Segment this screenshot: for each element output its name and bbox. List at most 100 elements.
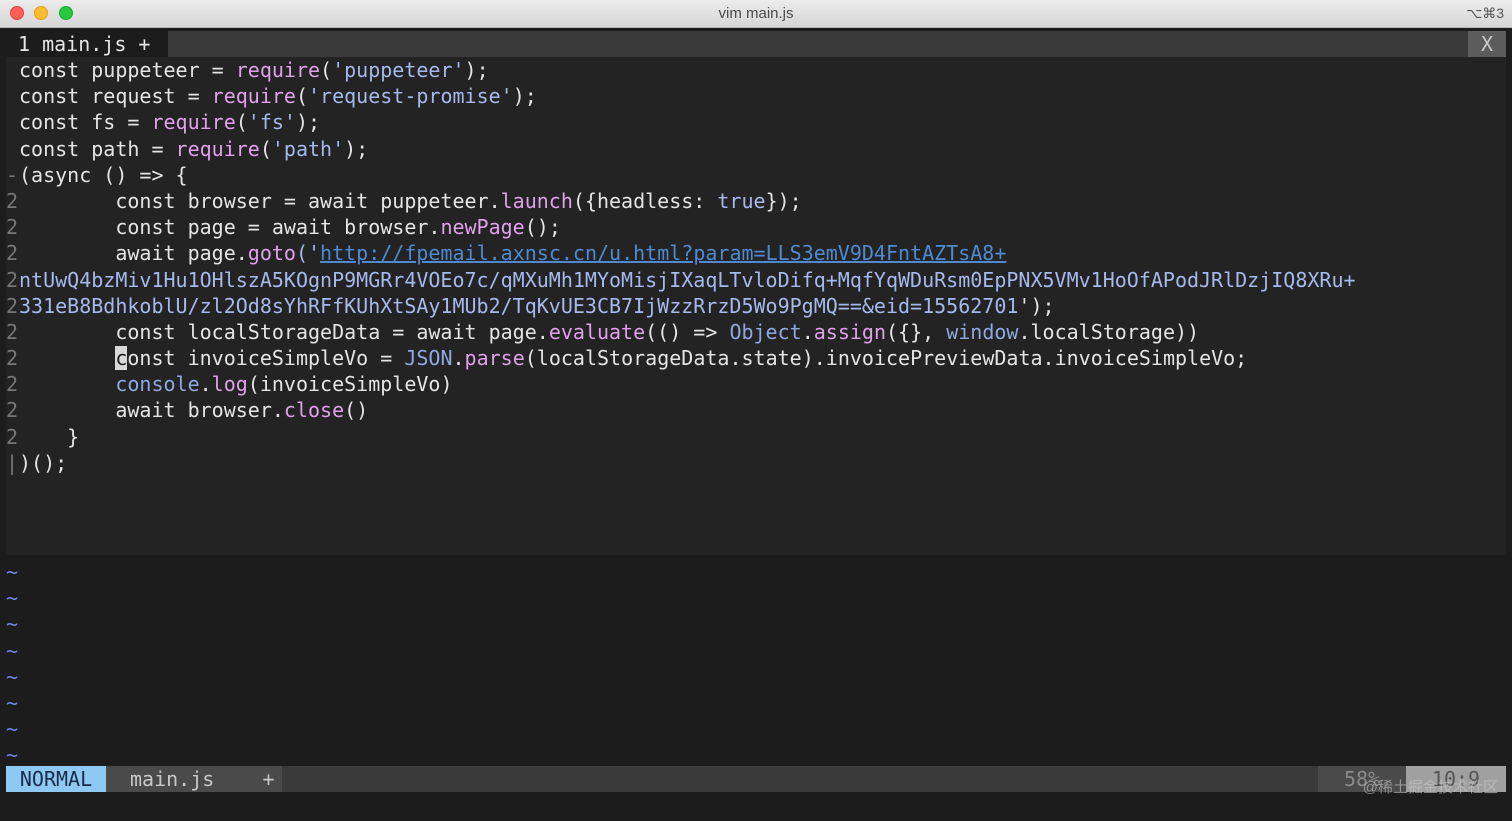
- fold-marker[interactable]: 2: [6, 371, 20, 397]
- code-string: 'path': [271, 136, 345, 161]
- code-text: ({},: [885, 319, 947, 344]
- watermark: @稀土掘金技术社区: [1362, 779, 1498, 796]
- window-shortcut: ⌥⌘3: [1466, 5, 1504, 21]
- tilde-line: ~: [6, 612, 19, 637]
- code-punct: .: [199, 372, 212, 397]
- code-punct: );: [464, 58, 489, 82]
- code-text: .localStorage)): [1018, 319, 1200, 344]
- code-function: evaluate: [548, 319, 646, 344]
- code-text: (invoiceSimpleVo): [247, 372, 453, 397]
- tilde-line: ~: [6, 638, 19, 663]
- tab-close-button[interactable]: X: [1468, 31, 1506, 57]
- fold-marker[interactable]: 2: [6, 319, 20, 345]
- code-function: log: [211, 372, 248, 397]
- code-text: onst invoiceSimpleVo =: [127, 346, 405, 371]
- fold-marker[interactable]: 2: [6, 345, 20, 371]
- code-object: Object: [729, 319, 802, 344]
- code-function: require: [235, 58, 321, 82]
- code-text: ({headless:: [572, 188, 718, 213]
- code-function: require: [211, 84, 296, 109]
- status-filename: main.js +: [106, 766, 282, 792]
- code-line-8: 2 await page.goto('http://fpemail.axnsc.…: [6, 240, 1506, 266]
- vim-tabline: 1 main.js + X: [6, 31, 1506, 57]
- code-line-16: | )();: [6, 450, 1506, 476]
- code-punct: });: [765, 188, 802, 213]
- tilde-line: ~: [6, 690, 19, 715]
- code-url[interactable]: http://fpemail.axnsc.cn/u.html?param=LLS…: [320, 241, 1006, 265]
- code-function: require: [175, 136, 260, 161]
- fold-marker[interactable]: 2: [6, 240, 20, 266]
- code-punct: ();: [524, 215, 561, 240]
- code-line-12: 2 const invoiceSimpleVo = JSON.parse(loc…: [6, 345, 1506, 371]
- window-titlebar: vim main.js ⌥⌘3: [0, 0, 1512, 28]
- code-punct: .: [452, 346, 465, 371]
- code-object: window: [946, 319, 1019, 344]
- code-function: goto: [247, 241, 296, 266]
- code-string: 331eB8BdhkoblU/zl2Od8sYhRFfKUhXtSAy1MUb2…: [19, 293, 1019, 318]
- code-punct: (): [344, 398, 369, 423]
- fold-marker[interactable]: 2: [6, 293, 20, 319]
- code-text: const localStorageData = await page.: [19, 319, 549, 344]
- code-punct: );: [344, 136, 369, 161]
- code-text: const browser = await puppeteer.: [19, 188, 501, 213]
- code-text: await browser.: [19, 398, 284, 423]
- code-text: await page.: [19, 241, 248, 266]
- code-punct: (: [295, 84, 308, 109]
- code-text: (localStorageData.state).invoicePreviewD…: [524, 346, 1248, 371]
- code-function: close: [283, 398, 345, 423]
- fold-marker[interactable]: 2: [6, 397, 20, 423]
- code-line-13: 2 console.log(invoiceSimpleVo): [6, 371, 1506, 397]
- fold-marker[interactable]: 2: [6, 188, 20, 214]
- code-line-10: 2 331eB8BdhkoblU/zl2Od8sYhRFfKUhXtSAy1MU…: [6, 293, 1506, 319]
- code-punct: );: [295, 110, 321, 135]
- text-cursor: c: [115, 346, 128, 371]
- code-string: ntUwQ4bzMiv1Hu1OHlszA5KOgnP9MGRr4VOEo7c/…: [19, 267, 1356, 292]
- code-text: const fs =: [19, 110, 152, 135]
- window-title: vim main.js: [718, 5, 794, 22]
- code-line-14: 2 await browser.close(): [6, 397, 1506, 423]
- fold-marker[interactable]: 2: [6, 214, 20, 240]
- code-function: newPage: [440, 215, 525, 240]
- code-line-2: const request = require('request-promise…: [6, 83, 1506, 109]
- vim-statusline: NORMAL main.js + 58% 10:9: [6, 766, 1506, 792]
- code-punct: .: [801, 319, 814, 344]
- code-object: console: [115, 372, 200, 397]
- tilde-line: ~: [6, 560, 19, 584]
- code-line-11: 2 const localStorageData = await page.ev…: [6, 319, 1506, 345]
- code-string: 'request-promise': [308, 84, 513, 109]
- code-function: assign: [813, 319, 886, 344]
- tilde-line: ~: [6, 743, 19, 768]
- code-function: parse: [464, 346, 525, 371]
- code-text: const puppeteer =: [19, 58, 236, 82]
- code-punct: (: [259, 136, 272, 161]
- code-text: const request =: [19, 84, 212, 109]
- code-punct: ');: [1018, 293, 1055, 318]
- fold-marker[interactable]: |: [6, 450, 20, 476]
- code-boolean: true: [717, 188, 766, 213]
- fold-marker[interactable]: 2: [6, 424, 20, 450]
- code-line-9: 2 ntUwQ4bzMiv1Hu1OHlszA5KOgnP9MGRr4VOEo7…: [6, 267, 1506, 293]
- code-punct: (: [320, 58, 333, 82]
- code-text: (async () => {: [19, 162, 188, 187]
- tilde-line: ~: [6, 717, 19, 742]
- code-text: }: [19, 424, 80, 449]
- tab-main-js[interactable]: 1 main.js +: [6, 31, 168, 57]
- fold-marker[interactable]: -: [6, 162, 20, 188]
- code-text: const path =: [19, 136, 176, 161]
- code-line-6: 2 const browser = await puppeteer.launch…: [6, 188, 1506, 214]
- terminal[interactable]: 1 main.js + X const puppeteer = require(…: [6, 29, 1506, 815]
- code-punct: );: [512, 84, 537, 109]
- code-line-5: - (async () => {: [6, 162, 1506, 188]
- fold-marker[interactable]: 2: [6, 267, 20, 293]
- mode-indicator: NORMAL: [6, 766, 106, 792]
- code-string: 'puppeteer': [332, 58, 465, 82]
- code-editor[interactable]: const puppeteer = require('puppeteer'); …: [6, 57, 1506, 555]
- code-line-4: const path = require('path');: [6, 136, 1506, 162]
- tilde-line: ~: [6, 586, 19, 611]
- code-line-7: 2 const page = await browser.newPage();: [6, 214, 1506, 240]
- code-function: launch: [500, 188, 573, 213]
- empty-buffer-lines: ~ ~ ~ ~ ~ ~ ~ ~: [6, 559, 1506, 769]
- code-line-3: const fs = require('fs');: [6, 109, 1506, 135]
- code-line-15: 2 }: [6, 424, 1506, 450]
